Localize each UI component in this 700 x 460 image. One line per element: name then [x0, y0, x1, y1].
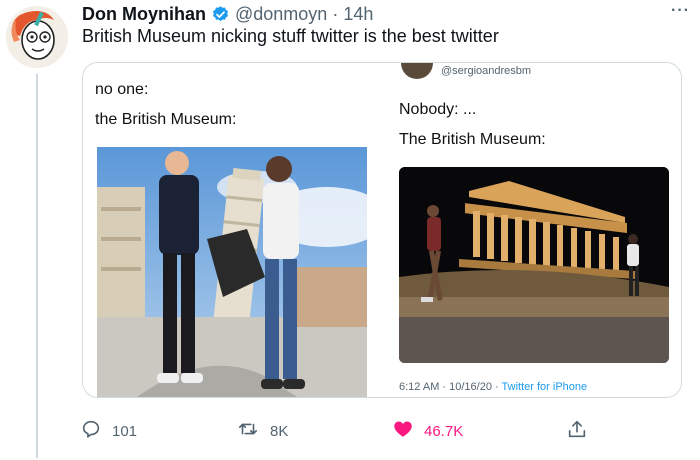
like-button[interactable]: 46.7K	[392, 418, 463, 444]
temple-photo	[399, 167, 669, 363]
tweet-text: British Museum nicking stuff twitter is …	[82, 26, 499, 46]
embedded-timestamp-line: 6:12 AM · 10/16/20 · Twitter for iPhone	[399, 381, 587, 393]
thread-line	[36, 74, 38, 458]
retweet-count: 8K	[270, 422, 289, 440]
speech-bubble-icon	[80, 418, 102, 444]
retweet-icon	[236, 418, 260, 444]
embedded-avatar	[401, 63, 433, 79]
embedded-handle: @sergioandresbm	[441, 65, 532, 77]
header-separator: ·	[332, 3, 339, 24]
author-avatar[interactable]	[6, 6, 68, 68]
author-name[interactable]: Don Moynihan	[82, 4, 206, 25]
tweet-time[interactable]: 14h	[343, 4, 373, 25]
heart-icon	[392, 418, 414, 444]
left-meme-image: no one: the British Museum:	[83, 63, 381, 397]
verified-badge-icon	[211, 5, 230, 24]
author-handle[interactable]: @donmoyn	[235, 4, 327, 25]
reply-button[interactable]: 101	[80, 418, 137, 444]
reply-count: 101	[112, 422, 138, 440]
more-icon[interactable]: ···	[671, 2, 690, 20]
right-meme-image: @sergioandresbm Nobody: ... The British …	[383, 63, 681, 397]
left-meme-line2: the British Museum:	[95, 111, 237, 128]
pisa-photo	[97, 147, 367, 397]
share-icon	[566, 418, 588, 444]
left-meme-line1: no one:	[95, 81, 149, 98]
retweet-button[interactable]: 8K	[236, 418, 288, 444]
right-meme-line2: The British Museum:	[399, 131, 546, 148]
tweet-media-card[interactable]: no one: the British Museum: @sergioandre…	[82, 62, 682, 398]
embedded-source: Twitter for iPhone	[501, 381, 588, 393]
avatar-illustration	[6, 6, 68, 68]
right-meme-line1: Nobody: ...	[399, 101, 477, 118]
like-count: 46.7K	[424, 422, 464, 440]
share-button[interactable]	[566, 418, 588, 444]
tweet-header: Don Moynihan @donmoyn · 14h	[82, 3, 373, 25]
embedded-timestamp: 6:12 AM · 10/16/20 ·	[399, 381, 502, 393]
